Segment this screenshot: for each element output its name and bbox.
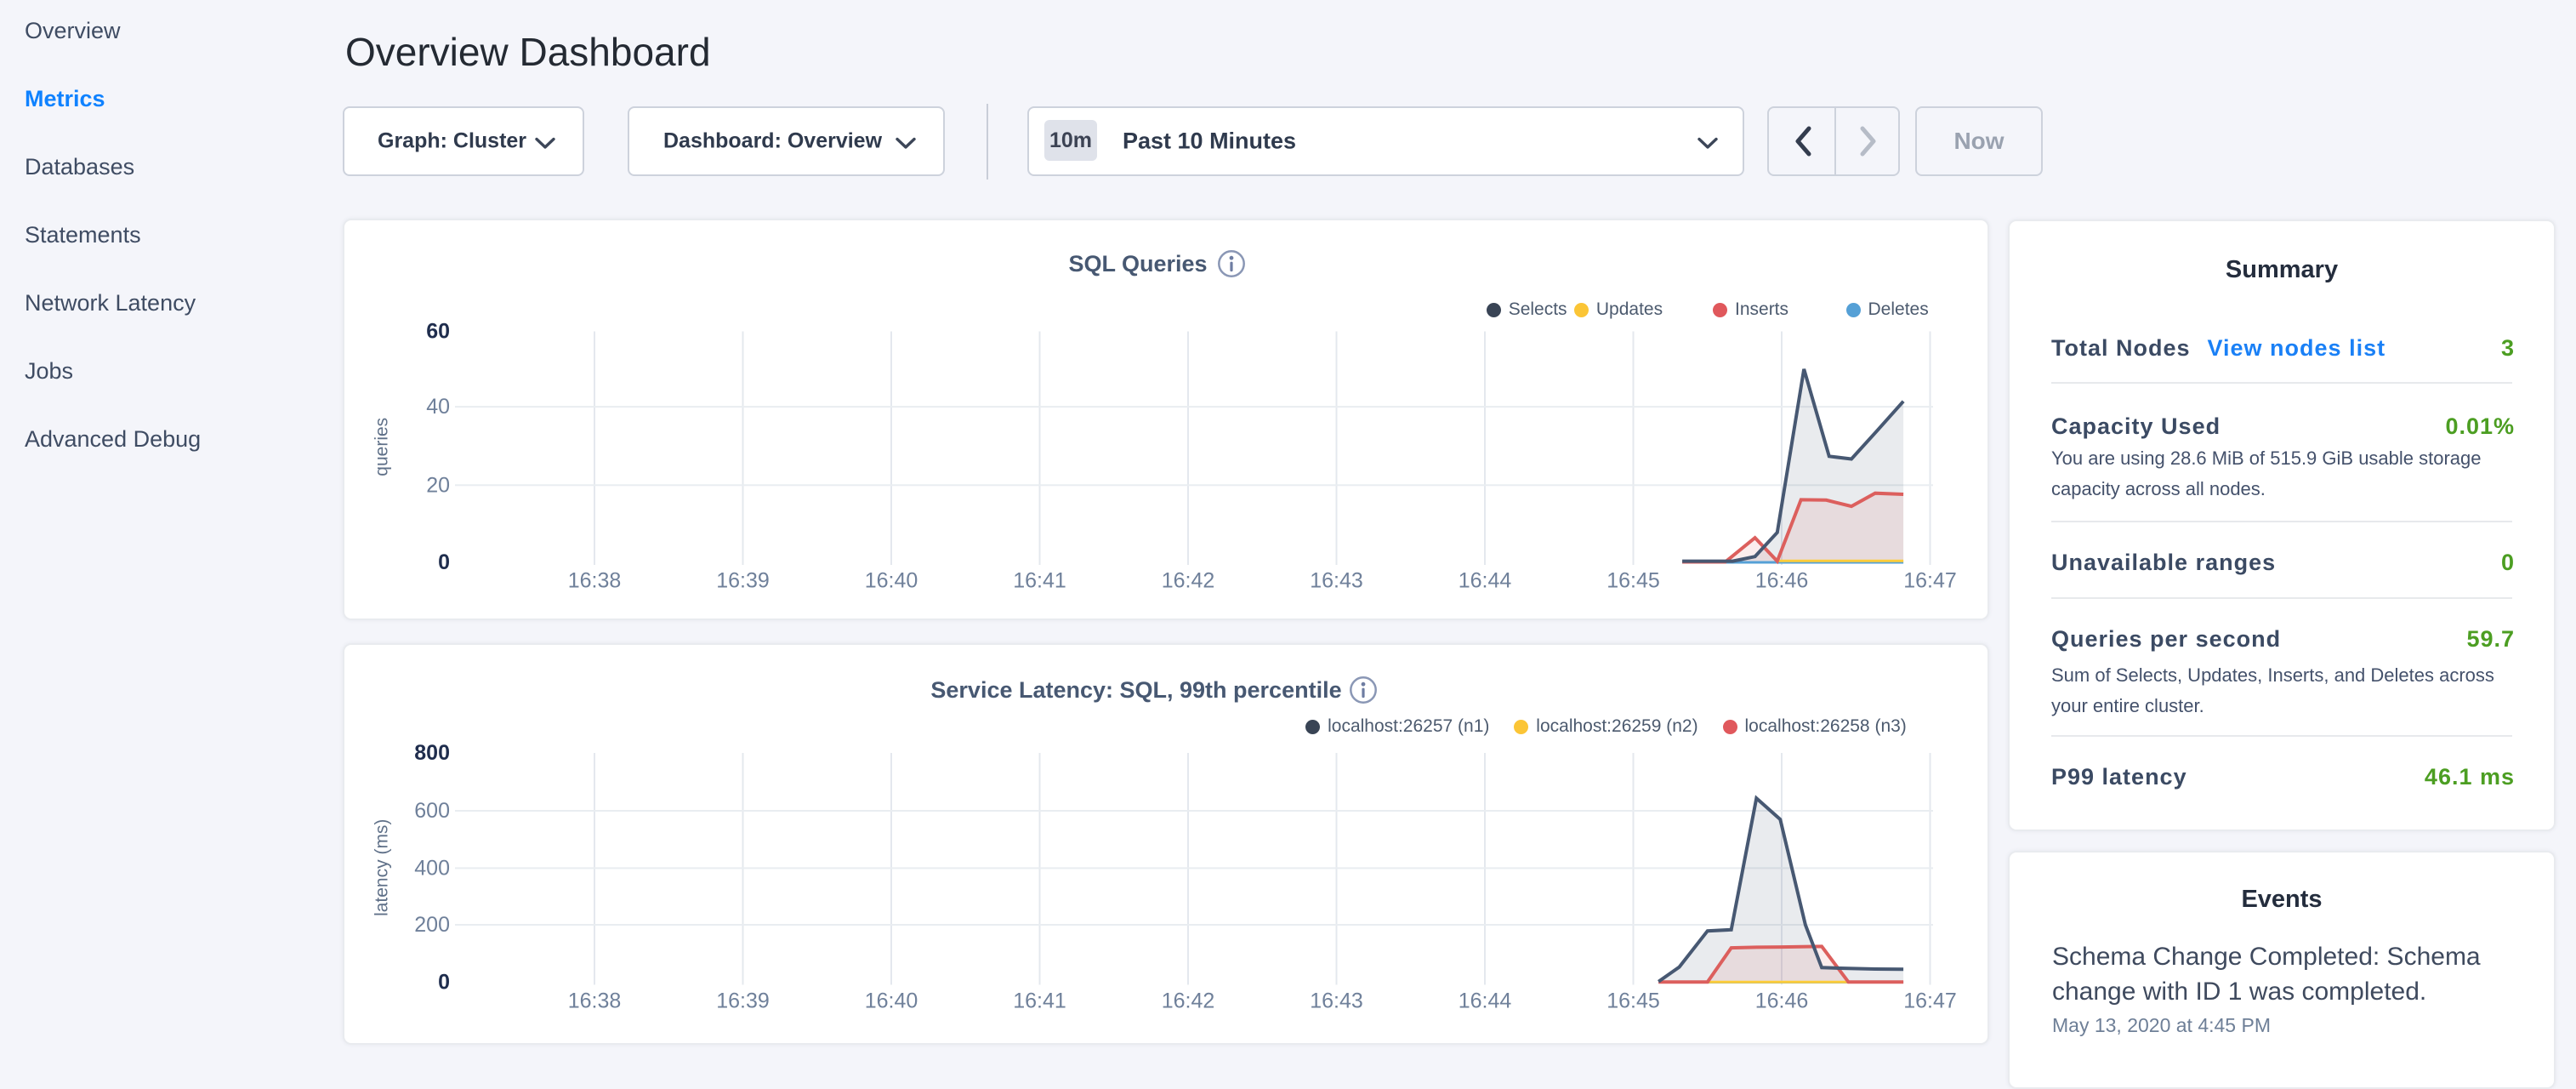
svg-text:400: 400 <box>414 856 450 880</box>
svg-text:queries: queries <box>372 418 392 476</box>
svg-text:16:47: 16:47 <box>1903 569 1957 593</box>
svg-text:16:40: 16:40 <box>865 989 918 1013</box>
svg-text:0: 0 <box>438 550 450 574</box>
svg-text:16:45: 16:45 <box>1606 569 1660 593</box>
svg-text:16:40: 16:40 <box>865 569 918 593</box>
svg-text:16:41: 16:41 <box>1013 989 1066 1013</box>
svg-text:16:38: 16:38 <box>568 569 622 593</box>
svg-text:16:45: 16:45 <box>1606 989 1660 1013</box>
svg-text:200: 200 <box>414 913 450 937</box>
svg-text:16:44: 16:44 <box>1459 989 1512 1013</box>
svg-text:16:42: 16:42 <box>1162 989 1215 1013</box>
svg-text:16:38: 16:38 <box>568 989 622 1013</box>
svg-text:16:43: 16:43 <box>1310 989 1363 1013</box>
svg-text:16:43: 16:43 <box>1310 569 1363 593</box>
svg-text:0: 0 <box>438 971 450 995</box>
svg-text:20: 20 <box>426 473 450 497</box>
svg-text:16:46: 16:46 <box>1755 989 1809 1013</box>
svg-text:60: 60 <box>426 320 450 344</box>
svg-text:16:41: 16:41 <box>1013 569 1066 593</box>
svg-text:latency (ms): latency (ms) <box>372 819 392 916</box>
svg-text:16:42: 16:42 <box>1162 569 1215 593</box>
svg-text:16:39: 16:39 <box>716 989 770 1013</box>
svg-text:40: 40 <box>426 395 450 419</box>
svg-text:600: 600 <box>414 799 450 823</box>
svg-text:16:39: 16:39 <box>716 569 770 593</box>
svg-text:16:46: 16:46 <box>1755 569 1809 593</box>
svg-text:16:44: 16:44 <box>1459 569 1512 593</box>
svg-text:16:47: 16:47 <box>1903 989 1957 1013</box>
svg-text:800: 800 <box>414 741 450 765</box>
